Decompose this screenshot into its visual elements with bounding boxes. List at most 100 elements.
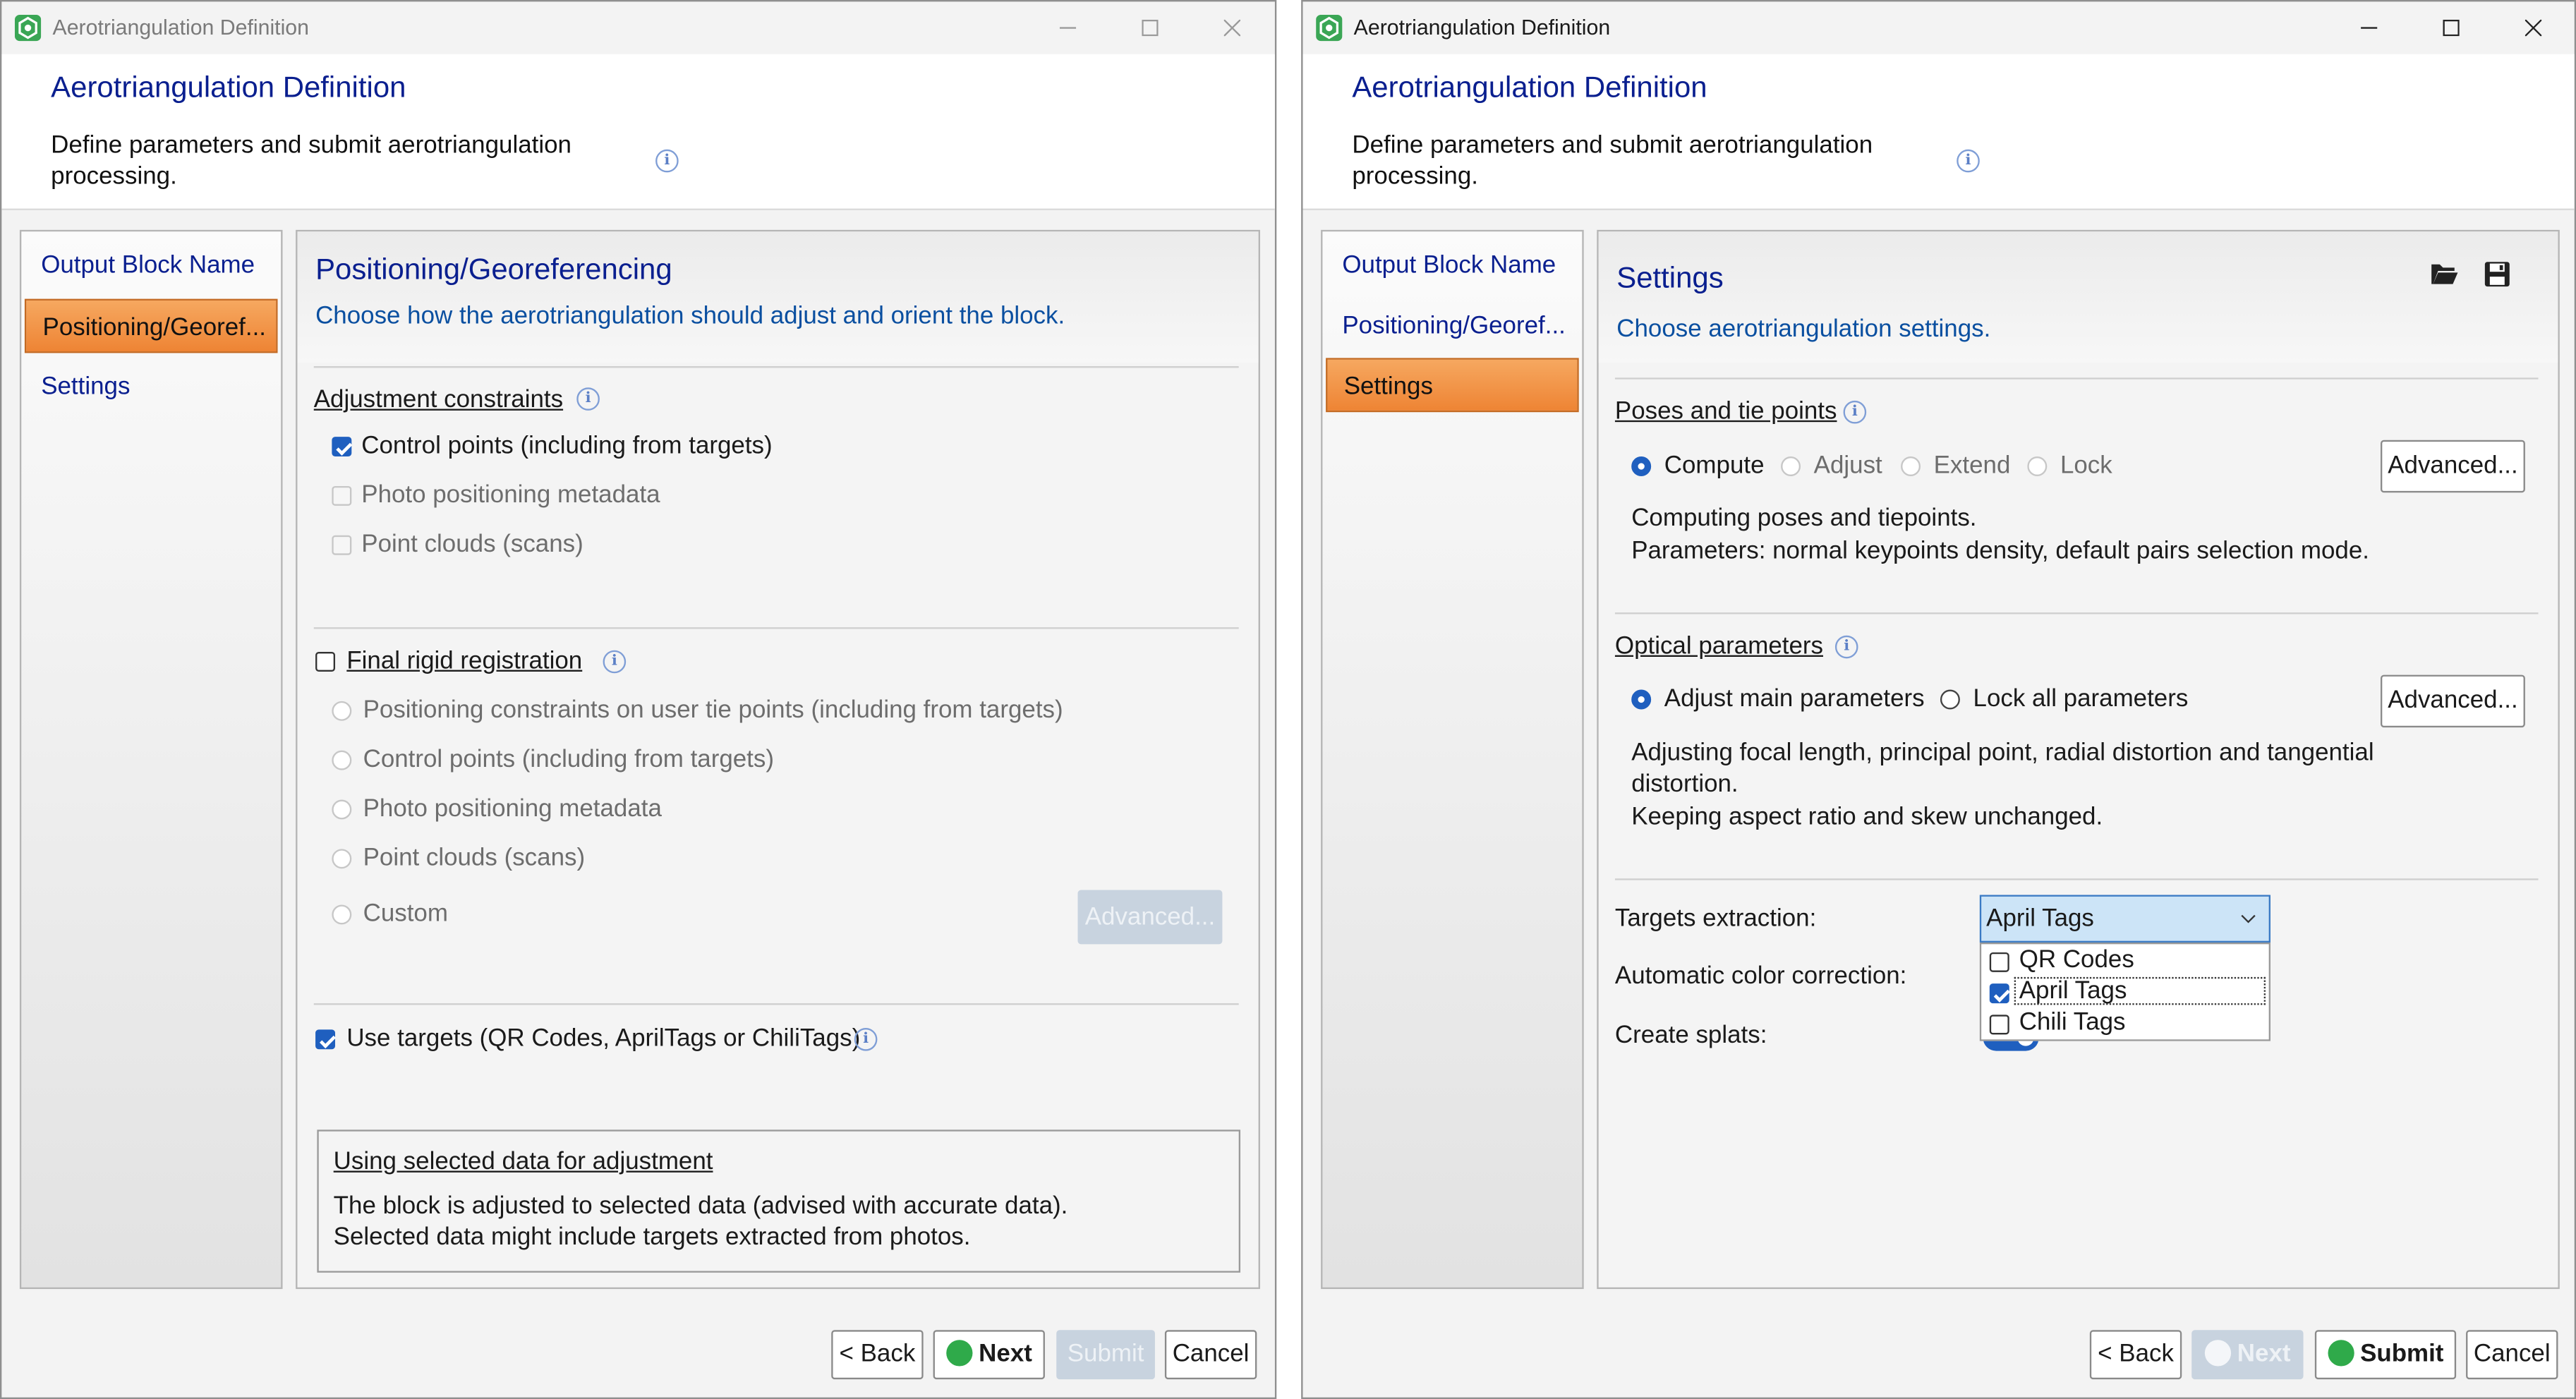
- poses-summary-line-1: Computing poses and tiepoints.: [1631, 504, 1977, 533]
- control-points-label: Control points (including from targets): [361, 432, 773, 460]
- save-icon[interactable]: [2484, 261, 2510, 287]
- rigid-photo-metadata-radio[interactable]: [332, 799, 352, 820]
- open-folder-icon[interactable]: [2430, 261, 2460, 287]
- lock-radio[interactable]: [2027, 456, 2048, 476]
- poses-advanced-button[interactable]: Advanced...: [2380, 440, 2525, 493]
- next-button[interactable]: Next: [933, 1330, 1045, 1380]
- use-targets-label: Use targets (QR Codes, AprilTags or Chil…: [346, 1024, 861, 1053]
- custom-radio[interactable]: [332, 904, 352, 925]
- create-splats-label: Create splats:: [1614, 1021, 1767, 1050]
- header-subtitle: Define parameters and submit aerotriangu…: [1352, 131, 1873, 190]
- back-button[interactable]: < Back: [2089, 1330, 2182, 1380]
- minimize-icon[interactable]: [2331, 8, 2407, 48]
- panel-description: Choose how the aerotriangulation should …: [315, 302, 1065, 330]
- final-rigid-registration-checkbox[interactable]: [315, 652, 336, 672]
- point-clouds-checkbox[interactable]: [332, 535, 352, 555]
- rigid-point-clouds-label: Point clouds (scans): [363, 844, 586, 872]
- optical-info-icon[interactable]: i: [1834, 635, 1858, 659]
- nav-item-positioning[interactable]: Positioning/Georef...: [24, 298, 278, 353]
- positioning-panel: Positioning/Georeferencing Choose how th…: [296, 229, 1260, 1290]
- chili-tags-label[interactable]: Chili Tags: [2019, 1008, 2126, 1036]
- divider: [313, 627, 1239, 629]
- divider: [1614, 878, 2539, 880]
- minimize-icon[interactable]: [1030, 8, 1106, 48]
- targets-extraction-label: Targets extraction:: [1614, 904, 1817, 933]
- nav-item-positioning[interactable]: Positioning/Georef...: [1326, 299, 1579, 353]
- extend-radio[interactable]: [1901, 456, 1921, 476]
- wizard-nav: Output Block Name Positioning/Georef... …: [19, 229, 283, 1290]
- rigid-advanced-button[interactable]: Advanced...: [1077, 890, 1223, 945]
- final-rigid-registration-label[interactable]: Final rigid registration: [346, 647, 582, 675]
- control-points-checkbox[interactable]: [332, 437, 352, 457]
- optical-summary-line-2: distortion.: [1631, 770, 1739, 799]
- app-icon: [1316, 14, 1343, 42]
- chili-tags-checkbox[interactable]: [1989, 1015, 2009, 1035]
- cancel-button[interactable]: Cancel: [1164, 1330, 1257, 1380]
- poses-tie-points-label: Poses and tie points: [1614, 397, 1837, 425]
- use-targets-checkbox[interactable]: [315, 1029, 336, 1050]
- submit-button[interactable]: Submit: [2314, 1330, 2457, 1380]
- rigid-control-points-radio[interactable]: [332, 750, 352, 770]
- left-window: Aerotriangulation Definition Aerotriangu…: [0, 0, 1277, 1399]
- cancel-button[interactable]: Cancel: [2466, 1330, 2558, 1380]
- nav-item-settings[interactable]: Settings: [1326, 358, 1579, 413]
- title-bar[interactable]: Aerotriangulation Definition: [1303, 1, 2575, 54]
- maximize-icon[interactable]: [1112, 8, 1187, 48]
- next-button[interactable]: Next: [2191, 1330, 2304, 1380]
- qr-codes-checkbox[interactable]: [1989, 952, 2009, 972]
- nav-item-output-block-name[interactable]: Output Block Name: [25, 238, 278, 292]
- adjust-radio[interactable]: [1781, 456, 1801, 476]
- right-window: Aerotriangulation Definition Aerotriangu…: [1301, 0, 2576, 1399]
- window-title: Aerotriangulation Definition: [52, 14, 310, 40]
- photo-positioning-checkbox[interactable]: [332, 485, 352, 506]
- wizard-header: Aerotriangulation Definition Define para…: [1302, 54, 2575, 210]
- rigid-photo-metadata-label: Photo positioning metadata: [363, 794, 662, 823]
- chevron-down-icon: [2241, 914, 2256, 923]
- compute-radio[interactable]: [1631, 456, 1652, 476]
- april-tags-label[interactable]: April Tags: [2019, 977, 2127, 1005]
- adjust-main-parameters-label: Adjust main parameters: [1664, 684, 1925, 713]
- adjustment-constraints-info-icon[interactable]: i: [576, 387, 600, 411]
- poses-info-icon[interactable]: i: [1843, 400, 1867, 424]
- lock-label: Lock: [2060, 452, 2112, 480]
- close-icon[interactable]: [2496, 8, 2571, 48]
- qr-codes-label[interactable]: QR Codes: [2019, 946, 2134, 974]
- adjust-main-parameters-radio[interactable]: [1631, 689, 1652, 710]
- rigid-point-clouds-radio[interactable]: [332, 849, 352, 869]
- submit-button-label: Submit: [2360, 1340, 2444, 1368]
- tie-points-radio[interactable]: [332, 701, 352, 721]
- next-button-label: Next: [979, 1340, 1032, 1368]
- divider: [1614, 377, 2539, 380]
- info-box-line-1: The block is adjusted to selected data (…: [333, 1192, 1068, 1221]
- submit-button[interactable]: Submit: [1056, 1330, 1155, 1380]
- divider: [313, 366, 1239, 368]
- optical-advanced-button[interactable]: Advanced...: [2380, 674, 2525, 728]
- next-arrow-icon: [2204, 1340, 2231, 1367]
- info-icon[interactable]: i: [655, 149, 679, 173]
- info-icon[interactable]: i: [1957, 149, 1980, 173]
- divider: [313, 1003, 1239, 1005]
- lock-all-parameters-radio[interactable]: [1940, 689, 1960, 710]
- nav-item-settings[interactable]: Settings: [25, 360, 278, 414]
- use-targets-info-icon[interactable]: i: [854, 1028, 878, 1051]
- poses-summary-line-2: Parameters: normal keypoints density, de…: [1631, 537, 2369, 565]
- back-button[interactable]: < Back: [831, 1330, 924, 1380]
- targets-extraction-select[interactable]: April Tags: [1979, 895, 2270, 943]
- april-tags-checkbox[interactable]: [1989, 983, 2009, 1004]
- header-title: Aerotriangulation Definition: [1352, 71, 1707, 104]
- tie-points-label: Positioning constraints on user tie poin…: [363, 696, 1063, 725]
- panel-title: Settings: [1616, 261, 1724, 294]
- adjust-label: Adjust: [1813, 452, 1882, 480]
- final-rigid-info-icon[interactable]: i: [603, 650, 627, 674]
- divider: [1614, 612, 2539, 614]
- color-correction-label: Automatic color correction:: [1614, 962, 1907, 991]
- lock-all-parameters-label: Lock all parameters: [1973, 684, 2189, 713]
- window-title: Aerotriangulation Definition: [1353, 14, 1611, 40]
- title-bar[interactable]: Aerotriangulation Definition: [1, 1, 1275, 54]
- maximize-icon[interactable]: [2414, 8, 2489, 48]
- header-subtitle: Define parameters and submit aerotriangu…: [51, 131, 572, 190]
- next-arrow-icon: [945, 1340, 972, 1367]
- nav-item-output-block-name[interactable]: Output Block Name: [1326, 238, 1579, 292]
- close-icon[interactable]: [1195, 8, 1270, 48]
- custom-label: Custom: [363, 900, 448, 928]
